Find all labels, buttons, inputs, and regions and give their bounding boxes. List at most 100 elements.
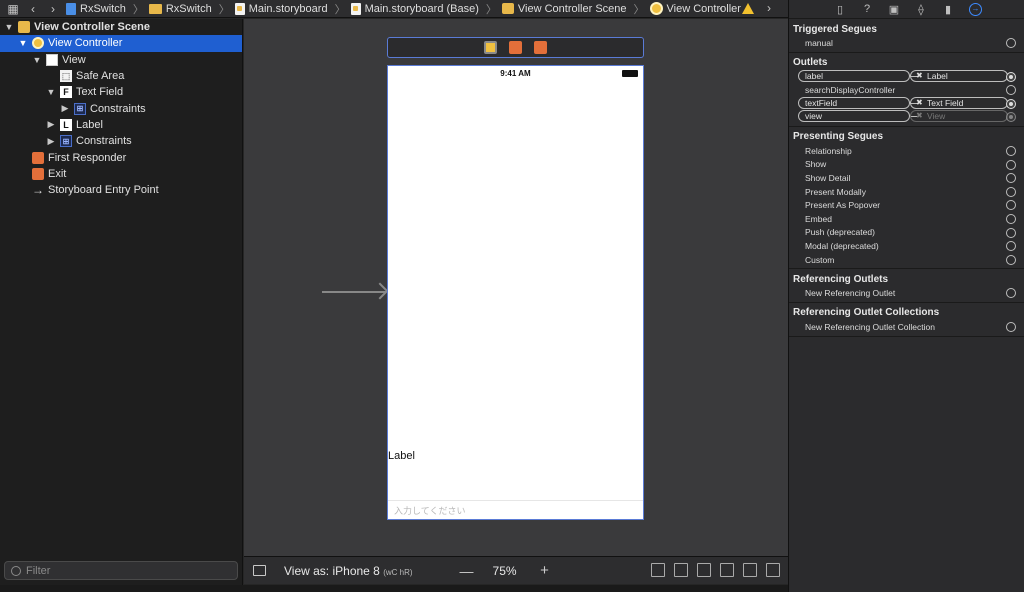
arrow-right-icon [371, 282, 389, 300]
connection-circle-icon[interactable] [1006, 145, 1016, 156]
outlet-row[interactable]: textField ✖ Text Field [789, 96, 1024, 111]
resolve-issues-icon[interactable] [766, 563, 780, 577]
outline-item-constraints[interactable]: ▶ ⊞ Constraints [0, 100, 242, 116]
segue-row[interactable]: Custom [789, 253, 1024, 267]
connections-inspector-icon[interactable]: → [969, 2, 982, 16]
connection-circle-icon[interactable] [1006, 98, 1016, 109]
new-referencing-outlet-row[interactable]: New Referencing Outlet [789, 286, 1024, 300]
outline-item-safe-area[interactable]: ⬚ Safe Area [0, 68, 242, 84]
outline-item-scene[interactable]: ▼ View Controller Scene [0, 19, 242, 35]
close-icon[interactable]: ✖ [916, 71, 923, 80]
outline-toggle-icon[interactable] [253, 565, 266, 576]
ui-text-field[interactable]: 入力してください [388, 500, 643, 520]
constraints-icon: ⊞ [60, 135, 72, 148]
crumb-scene[interactable]: View Controller Scene 〉 [501, 1, 650, 17]
disclosure-down-icon[interactable]: ▼ [32, 55, 42, 65]
disclosure-right-icon[interactable]: ▶ [60, 103, 70, 114]
attributes-inspector-icon[interactable]: ⟠ [915, 3, 927, 16]
crumb-storyboard-base[interactable]: Main.storyboard (Base) 〉 [350, 1, 502, 17]
filter-field[interactable]: Filter [4, 561, 238, 580]
connection-circle-icon[interactable] [1006, 213, 1016, 224]
forward-icon[interactable]: › [46, 2, 60, 16]
stack-icon[interactable] [697, 563, 711, 577]
connection-circle-icon[interactable] [1006, 159, 1016, 170]
view-controller-icon[interactable] [484, 41, 497, 54]
add-constraints-icon[interactable] [743, 563, 757, 577]
inspector-tabs: ▯ ? ▣ ⟠ ▮ → [789, 0, 1024, 19]
segue-row[interactable]: Embed [789, 212, 1024, 226]
outlet-target[interactable]: ✖ View [910, 110, 1008, 123]
connection-circle-icon[interactable] [1006, 112, 1016, 123]
connection-circle-icon[interactable] [1006, 227, 1016, 238]
connection-circle-icon[interactable] [1006, 186, 1016, 197]
identity-inspector-icon[interactable]: ▣ [888, 3, 900, 16]
back-icon[interactable]: ‹ [26, 2, 40, 16]
segue-row[interactable]: Relationship [789, 144, 1024, 158]
connection-circle-icon[interactable] [1006, 241, 1016, 252]
outline-item-exit[interactable]: Exit [0, 166, 242, 182]
previous-issue-icon[interactable]: ‹ [714, 1, 728, 15]
crumb-folder[interactable]: RxSwitch 〉 [148, 1, 235, 17]
help-icon[interactable]: ? [861, 3, 873, 15]
file-inspector-icon[interactable]: ▯ [834, 3, 846, 16]
align-icon[interactable] [720, 563, 734, 577]
disclosure-right-icon[interactable]: ▶ [46, 136, 56, 147]
disclosure-down-icon[interactable]: ▼ [18, 38, 28, 48]
segue-row[interactable]: Present As Popover [789, 198, 1024, 212]
segue-row[interactable]: manual [789, 36, 1024, 50]
view-as-button[interactable]: View as: iPhone 8 (wC hR) [284, 564, 413, 578]
iphone-view[interactable]: 9:41 AM Label 入力してください [387, 65, 644, 520]
exit-icon[interactable] [534, 41, 547, 54]
outlet-row[interactable]: label ✖ Label [789, 69, 1024, 84]
update-frames-icon[interactable] [651, 563, 665, 577]
disclosure-right-icon[interactable]: ▶ [46, 119, 56, 130]
outline-item-entry-point[interactable]: → Storyboard Entry Point [0, 182, 242, 198]
size-inspector-icon[interactable]: ▮ [942, 3, 954, 16]
connection-circle-icon[interactable] [1006, 173, 1016, 184]
crumb-storyboard[interactable]: Main.storyboard 〉 [234, 1, 351, 17]
outline-item-first-responder[interactable]: First Responder [0, 149, 242, 165]
close-icon[interactable]: ✖ [916, 111, 923, 120]
new-referencing-outlet-collection-row[interactable]: New Referencing Outlet Collection [789, 320, 1024, 334]
first-responder-icon[interactable] [509, 41, 522, 54]
connection-circle-icon[interactable] [1006, 254, 1016, 265]
zoom-out-button[interactable]: — [459, 563, 475, 579]
outline-item-constraints[interactable]: ▶ ⊞ Constraints [0, 133, 242, 149]
next-issue-icon[interactable]: › [762, 1, 776, 15]
outline-item-text-field[interactable]: ▼ F Text Field [0, 84, 242, 100]
outlet-target[interactable]: ✖ Text Field [910, 96, 1008, 109]
disclosure-down-icon[interactable]: ▼ [4, 22, 14, 32]
disclosure-down-icon[interactable]: ▼ [46, 87, 56, 97]
connection-circle-icon[interactable] [1006, 321, 1016, 332]
referencing-outlet-collections-section: Referencing Outlet Collections New Refer… [789, 303, 1024, 337]
connection-circle-icon[interactable] [1006, 38, 1016, 48]
ui-label[interactable]: Label [388, 450, 415, 462]
outline-item-label[interactable]: ▶ L Label [0, 117, 242, 133]
storyboard-canvas[interactable]: 9:41 AM Label 入力してください [244, 19, 788, 556]
warning-icon[interactable] [742, 2, 754, 14]
chevron-right-icon: 〉 [218, 3, 230, 16]
zoom-in-button[interactable]: + [537, 562, 553, 579]
segue-row[interactable]: Present Modally [789, 185, 1024, 199]
segue-row[interactable]: Push (deprecated) [789, 226, 1024, 240]
scene-dock [387, 37, 644, 58]
embed-in-icon[interactable] [674, 563, 688, 577]
outline-item-view-controller[interactable]: ▼ View Controller [0, 35, 242, 52]
outline-item-view[interactable]: ▼ View [0, 52, 242, 68]
segue-row[interactable]: Show Detail [789, 171, 1024, 185]
outlet-row[interactable]: searchDisplayController [789, 83, 1024, 97]
outlet-row[interactable]: view ✖ View [789, 110, 1024, 124]
close-icon[interactable]: ✖ [916, 98, 923, 107]
chevron-right-icon: 〉 [633, 3, 645, 16]
canvas-tools [651, 563, 780, 577]
constraints-icon: ⊞ [74, 102, 86, 115]
connection-circle-icon[interactable] [1006, 288, 1016, 299]
connection-circle-icon[interactable] [1006, 85, 1016, 96]
segue-row[interactable]: Modal (deprecated) [789, 239, 1024, 253]
outlet-target[interactable]: ✖ Label [910, 69, 1008, 82]
connection-circle-icon[interactable] [1006, 200, 1016, 211]
segue-row[interactable]: Show [789, 158, 1024, 172]
connection-circle-icon[interactable] [1006, 71, 1016, 82]
grid-icon[interactable]: ▦ [6, 2, 20, 16]
crumb-project[interactable]: RxSwitch 〉 [66, 1, 149, 17]
